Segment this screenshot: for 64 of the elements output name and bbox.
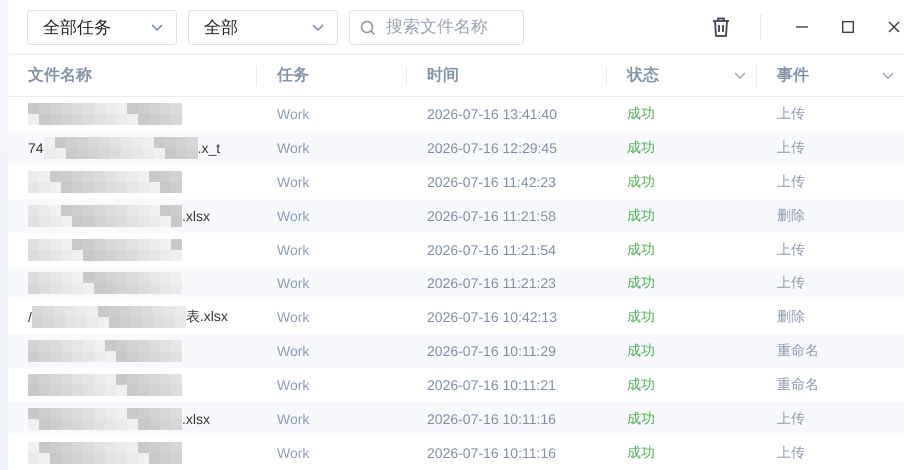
chevron-down-icon [150,22,164,32]
status-text: 成功 [626,376,656,394]
status-text: 成功 [626,444,656,462]
table-cell-text: 2026-07-16 11:21:23 [426,275,557,292]
close-icon [888,21,900,34]
table-cell-text: 2026-07-16 10:11:21 [426,377,557,394]
table-cell-text: 上传 [776,104,806,123]
trash-icon [711,16,731,38]
file-name-text: 表.xlsx [186,308,228,326]
table-cell-text: 2026-07-16 10:11:16 [426,444,557,461]
table-cell-text: 2026-07-16 11:21:58 [426,208,557,224]
status-text: 成功 [626,410,656,428]
table-cell-text: 上传 [776,138,806,157]
table-cell-text: Work [276,309,310,326]
status-text: 成功 [626,240,656,259]
table-cell-text: Work [276,174,310,190]
column-label: 状态 [627,65,659,86]
table-cell-text: 删除 [776,206,806,225]
table-cell-text: 2026-07-16 11:21:54 [426,242,557,258]
table-cell-text: 2026-07-16 13:41:40 [426,106,558,122]
table-cell-text: Work [276,411,310,428]
table-cell-text: Work [276,242,310,258]
table-cell-text: 删除 [776,308,806,326]
table-cell-text: 上传 [776,444,806,462]
status-text: 成功 [626,206,656,225]
dropdown[interactable]: 全部任务 [27,10,177,45]
table-cell-text: Work [276,140,310,156]
table-cell-text: Work [276,377,310,394]
status-text: 成功 [626,274,656,292]
file-name-text: 74 [28,140,44,156]
column-label: 文件名称 [28,65,92,86]
dropdown[interactable]: 全部 [188,10,338,45]
table-cell-text: Work [276,106,310,122]
table-cell-text: 2026-07-16 10:42:13 [426,309,558,326]
table-cell-text: Work [276,208,310,224]
status-text: 成功 [626,308,656,326]
table-cell-text: 2026-07-16 10:11:16 [426,411,557,428]
table-cell-text: Work [276,343,310,360]
search-field[interactable]: 搜索文件名称 [349,10,524,45]
table-cell-text: 重命名 [776,376,820,394]
maximize-icon [842,21,854,34]
status-text: 成功 [626,104,656,123]
table-cell-text: Work [276,444,310,461]
file-name-text: .x_t [198,140,220,156]
column-label: 事件 [777,65,809,86]
column-label: 任务 [277,65,309,86]
file-name-text: .xlsx [182,208,210,224]
table-cell-text: Work [276,275,310,292]
table-cell-text: 上传 [776,410,806,428]
table-cell-text: 2026-07-16 11:42:23 [426,174,557,190]
chevron-down-icon [311,22,325,32]
table-cell-text: 上传 [776,274,806,292]
table-cell-text: 重命名 [776,342,820,360]
table-cell-text: 2026-07-16 12:29:45 [426,140,558,156]
file-name-text: / [28,309,32,326]
file-name-text: .xlsx [182,411,210,428]
status-text: 成功 [626,172,656,191]
table-cell-text: 上传 [776,240,806,259]
status-text: 成功 [626,138,656,157]
table-cell-text: 2026-07-16 10:11:29 [426,343,557,360]
search-icon [360,20,376,36]
column-label: 时间 [427,65,459,86]
status-text: 成功 [626,342,656,360]
table-cell-text: 上传 [776,172,806,191]
